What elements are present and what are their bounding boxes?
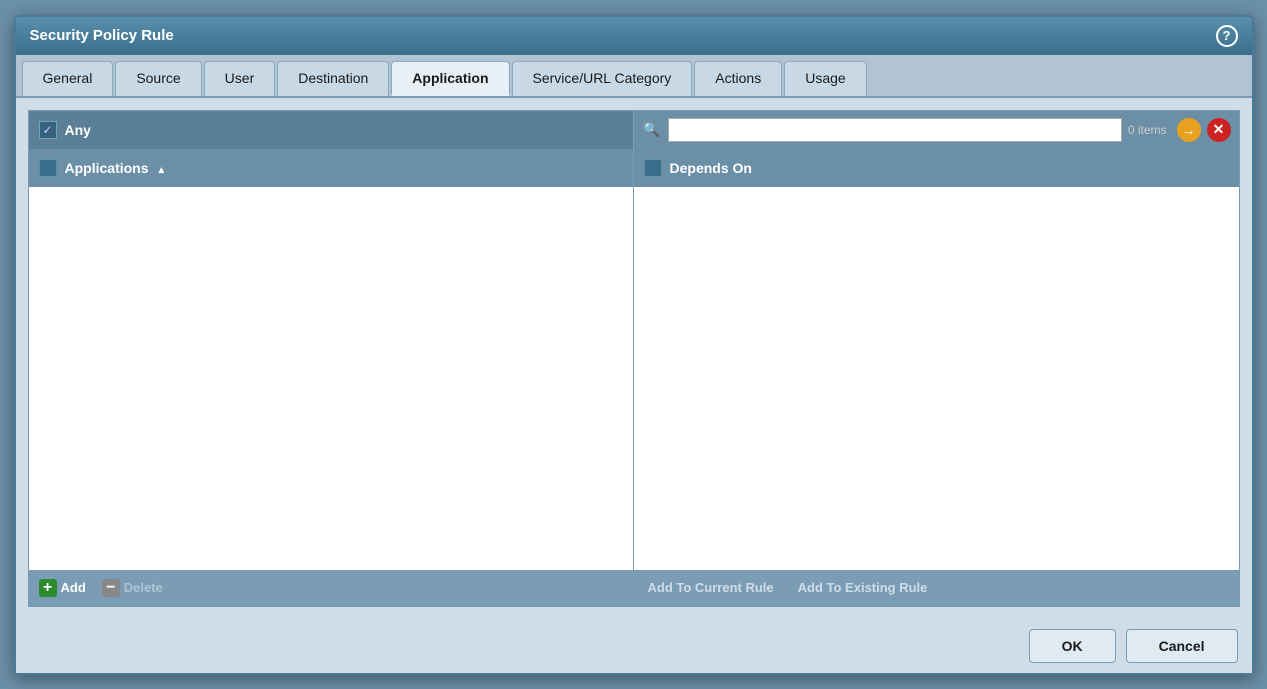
security-policy-rule-dialog: Security Policy Rule ? General Source Us… — [14, 15, 1254, 675]
add-button[interactable]: + Add — [39, 579, 86, 597]
tab-destination[interactable]: Destination — [277, 61, 389, 96]
tab-service-url-category[interactable]: Service/URL Category — [512, 61, 693, 96]
go-arrow-icon: → — [1182, 122, 1196, 138]
tab-source[interactable]: Source — [115, 61, 201, 96]
clear-x-icon: ✕ — [1213, 121, 1225, 138]
title-bar: Security Policy Rule ? — [16, 17, 1252, 55]
depends-on-checkbox[interactable] — [644, 159, 662, 177]
delete-icon: − — [102, 579, 120, 597]
depends-on-label: Depends On — [670, 160, 752, 176]
tab-actions[interactable]: Actions — [694, 61, 782, 96]
search-bar: 🔍 0 items → ✕ — [634, 111, 1239, 149]
right-panel: 🔍 0 items → ✕ Depends On — [634, 111, 1239, 606]
tab-user[interactable]: User — [204, 61, 276, 96]
left-panel: ✓ Any Applications ▲ + — [29, 111, 634, 606]
add-to-current-rule-button[interactable]: Add To Current Rule — [648, 580, 774, 595]
go-button[interactable]: → — [1177, 118, 1201, 142]
items-count: 0 items — [1128, 123, 1167, 137]
right-bottom-bar: Add To Current Rule Add To Existing Rule — [634, 570, 1239, 606]
left-bottom-bar: + Add − Delete — [29, 570, 633, 606]
main-panel: ✓ Any Applications ▲ + — [28, 110, 1240, 607]
tab-general[interactable]: General — [22, 61, 114, 96]
cancel-button[interactable]: Cancel — [1126, 629, 1238, 663]
tabs-bar: General Source User Destination Applicat… — [16, 55, 1252, 98]
help-icon[interactable]: ? — [1216, 25, 1238, 47]
any-checkbox[interactable]: ✓ — [39, 121, 57, 139]
applications-header-row: Applications ▲ — [29, 149, 633, 187]
content-area: ✓ Any Applications ▲ + — [16, 98, 1252, 619]
add-to-existing-rule-button[interactable]: Add To Existing Rule — [798, 580, 928, 595]
add-icon: + — [39, 579, 57, 597]
applications-list — [29, 187, 633, 570]
any-row: ✓ Any — [29, 111, 633, 149]
search-icon: 🔍 — [642, 120, 662, 140]
depends-on-list — [634, 187, 1239, 570]
tab-application[interactable]: Application — [391, 61, 509, 96]
sort-asc-icon: ▲ — [156, 165, 166, 176]
depends-on-header: Depends On — [634, 149, 1239, 187]
dialog-title: Security Policy Rule — [30, 27, 174, 44]
clear-button[interactable]: ✕ — [1207, 118, 1231, 142]
any-label: Any — [65, 122, 91, 138]
tab-usage[interactable]: Usage — [784, 61, 866, 96]
search-input[interactable] — [668, 118, 1122, 142]
applications-checkbox[interactable] — [39, 159, 57, 177]
delete-button[interactable]: − Delete — [102, 579, 163, 597]
ok-button[interactable]: OK — [1029, 629, 1116, 663]
applications-label: Applications ▲ — [65, 160, 167, 176]
footer: OK Cancel — [16, 619, 1252, 673]
